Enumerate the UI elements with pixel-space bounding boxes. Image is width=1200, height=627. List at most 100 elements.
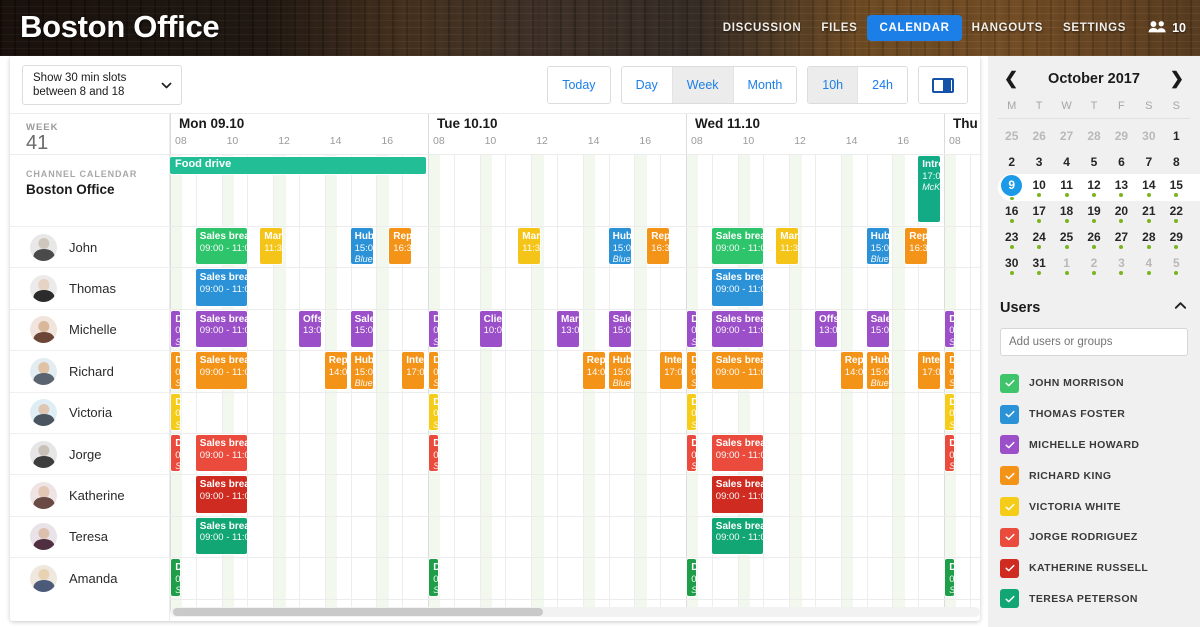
calendar-event[interactable]: D0S [171,310,181,348]
mini-calendar-day[interactable]: 25 [998,123,1025,148]
mini-calendar-day[interactable]: 17 [1025,201,1052,226]
user-filter-katherine-russell[interactable]: KATHERINE RUSSELL [1000,553,1188,584]
calendar-event[interactable]: Sales breakfast09:00 - 11:00 [711,517,764,555]
mini-calendar-day[interactable]: 26 [1080,227,1107,252]
mini-calendar-day[interactable]: 29 [1108,123,1135,148]
mini-calendar-day[interactable]: 13 [1108,175,1135,200]
mini-calendar-day[interactable]: 29 [1163,227,1190,252]
channel-calendar-row[interactable]: CHANNEL CALENDAR Boston Office [10,154,169,226]
resource-row-thomas[interactable]: Thomas [10,267,169,308]
calendar-event[interactable]: D0S [429,559,439,596]
calendar-event[interactable]: Intro17:00McKi [918,156,941,222]
user-filter-jorge-rodriguez[interactable]: JORGE RODRIGUEZ [1000,522,1188,553]
calendar-event[interactable]: Repl14:00 [840,352,863,389]
user-checkbox[interactable] [1000,466,1019,486]
calendar-event[interactable]: Sale15:00 [866,310,889,348]
mini-calendar-day[interactable]: 5 [1163,253,1190,278]
user-checkbox[interactable] [1000,589,1019,609]
calendar-event[interactable]: Hubs15:00Blue r [608,228,631,265]
calendar-event[interactable]: D0S [945,310,955,348]
calendar-event[interactable]: Repl16:30 [647,228,670,265]
mini-calendar-day[interactable]: 24 [1025,227,1052,252]
calendar-event[interactable]: Sales breakfast09:00 - 11:00 [195,352,248,389]
calendar-event[interactable]: D0S [429,435,439,472]
mini-calendar-day[interactable]: 18 [1053,201,1080,226]
view-month-button[interactable]: Month [733,67,797,103]
calendar-event[interactable]: Hubs15:00Blue r [350,352,373,389]
calendar-event[interactable]: D0S [171,352,181,389]
calendar-event[interactable]: D0S [687,310,697,348]
resource-row-michelle[interactable]: Michelle [10,308,169,350]
user-filter-richard-king[interactable]: RICHARD KING [1000,460,1188,491]
calendar-event[interactable]: D0S [429,310,439,348]
resource-row-john[interactable]: John [10,226,169,267]
grid-scroll-area[interactable]: Mon 09.10 08 10 12 14 16 Tue 10.10 08 10 12 14 16 We… [170,114,980,621]
mini-calendar-day[interactable]: 4 [1053,149,1080,174]
add-users-input[interactable] [1000,328,1188,356]
calendar-event[interactable]: Sales breakfast09:00 - 11:00 [195,228,248,265]
user-checkbox[interactable] [1000,373,1019,393]
mini-calendar-day[interactable]: 28 [1080,123,1107,148]
calendar-event[interactable]: Hubs15:00Blue r [866,228,889,265]
calendar-event[interactable]: Sales breakfast09:00 - 11:00 [195,435,248,472]
mini-calendar-day[interactable]: 3 [1025,149,1052,174]
calendar-event[interactable]: D0S [945,352,955,389]
calendar-event[interactable]: Sales breakfast09:00 - 11:00 [195,476,248,513]
calendar-event[interactable]: Sales breakfast09:00 - 11:00 [711,435,764,472]
calendar-event[interactable]: Sales breakfast09:00 - 11:00 [711,476,764,513]
resource-row-richard[interactable]: Richard [10,350,169,391]
nav-item-hangouts[interactable]: HANGOUTS [962,16,1053,40]
mini-calendar-day[interactable]: 25 [1053,227,1080,252]
user-filter-john-morrison[interactable]: JOHN MORRISON [1000,368,1188,399]
calendar-event[interactable]: Hubs15:00Blue r [608,352,631,389]
mini-calendar-day[interactable]: 31 [1025,253,1052,278]
calendar-event[interactable]: Inter17:00 [402,352,425,389]
calendar-event[interactable]: Sales breakfast09:00 - 11:00 [195,269,248,306]
user-filter-michelle-howard[interactable]: MICHELLE HOWARD [1000,430,1188,461]
calendar-event[interactable]: Sale15:00 [350,310,373,348]
members-count[interactable]: 10 [1148,20,1186,36]
calendar-event[interactable]: Hubs15:00Blue r [350,228,373,265]
calendar-event[interactable]: Mar11:30 [518,228,541,265]
resource-row-teresa[interactable]: Teresa [10,515,169,557]
view-day-button[interactable]: Day [621,67,673,103]
user-filter-teresa-peterson[interactable]: TERESA PETERSON [1000,584,1188,615]
mini-calendar-day[interactable]: 27 [1108,227,1135,252]
calendar-event[interactable]: Sales breakfast09:00 - 11:00 [195,310,248,348]
mini-calendar-day[interactable]: 19 [1080,201,1107,226]
calendar-event[interactable]: D0S [429,352,439,389]
user-checkbox[interactable] [1000,527,1019,547]
calendar-event[interactable]: Sale15:00 [608,310,631,348]
mini-calendar-day[interactable]: 8 [1163,149,1190,174]
calendar-event[interactable]: Repl16:30 [389,228,412,265]
mini-calendar-day[interactable]: 30 [998,253,1025,278]
calendar-event[interactable]: D0S [945,435,955,472]
calendar-event[interactable]: D0S [945,393,955,430]
chevron-left-icon[interactable]: ❮ [998,69,1024,89]
calendar-event[interactable]: Mar11:30 [260,228,283,265]
resource-row-jorge[interactable]: Jorge [10,432,169,474]
calendar-event[interactable]: Mar13:00 [557,310,579,348]
mini-calendar-day[interactable]: 22 [1163,201,1190,226]
calendar-event[interactable]: Sales breakfast09:00 - 11:00 [711,310,764,348]
calendar-event[interactable]: Mar11:30 [776,228,799,265]
nav-item-settings[interactable]: SETTINGS [1053,16,1136,40]
calendar-event[interactable]: Clien10:00 [479,310,502,348]
mini-calendar-day[interactable]: 11 [1053,175,1080,200]
user-checkbox[interactable] [1000,497,1019,517]
calendar-event[interactable]: Sales breakfast09:00 - 11:00 [711,228,764,265]
calendar-event[interactable]: D0S [687,559,697,596]
scrollbar-thumb[interactable] [173,608,543,616]
calendar-event[interactable]: D0S [171,559,181,596]
mini-calendar-day[interactable]: 10 [1025,175,1052,200]
mini-calendar-day[interactable]: 1 [1053,253,1080,278]
resource-row-amanda[interactable]: Amanda [10,557,169,598]
resource-row-katherine[interactable]: Katherine [10,474,169,515]
calendar-event[interactable]: Sales breakfast09:00 - 11:00 [711,269,764,306]
mini-calendar-day[interactable]: 6 [1108,149,1135,174]
calendar-event[interactable]: Inter17:00 [918,352,941,389]
calendar-event[interactable]: D0S [687,393,697,430]
mini-calendar-day[interactable]: 20 [1108,201,1135,226]
calendar-event[interactable]: Repl14:00 [324,352,347,389]
user-checkbox[interactable] [1000,435,1019,455]
